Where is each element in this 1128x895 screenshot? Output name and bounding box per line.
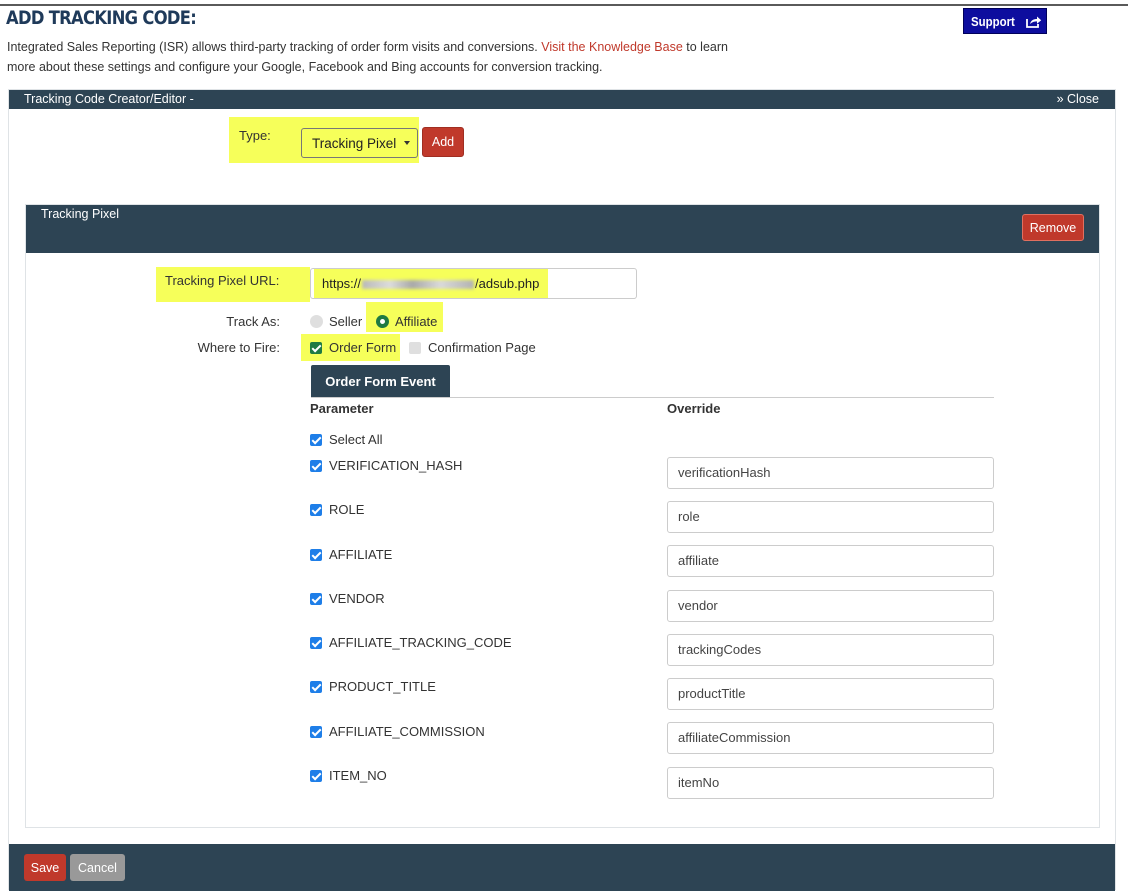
knowledge-base-link[interactable]: Visit the Knowledge Base [541, 40, 683, 54]
editor-header: Tracking Code Creator/Editor - » Close [9, 90, 1115, 109]
url-prefix: https:// [322, 276, 362, 291]
save-button[interactable]: Save [24, 854, 66, 881]
param-name: AFFILIATE [329, 547, 393, 562]
cancel-button[interactable]: Cancel [70, 854, 125, 881]
param-checkbox[interactable] [310, 637, 322, 649]
param-checkbox[interactable] [310, 770, 322, 782]
tab-divider [311, 397, 994, 398]
seller-label: Seller [329, 314, 363, 329]
override-input[interactable]: itemNo [667, 767, 994, 799]
param-name: ITEM_NO [329, 768, 387, 783]
param-name: AFFILIATE_COMMISSION [329, 724, 485, 739]
type-selected-value: Tracking Pixel [312, 135, 397, 151]
override-input[interactable]: trackingCodes [667, 634, 994, 666]
tracking-code-editor: Tracking Code Creator/Editor - » Close T… [8, 89, 1116, 891]
param-name: PRODUCT_TITLE [329, 679, 436, 694]
override-input[interactable]: productTitle [667, 678, 994, 710]
support-label: Support [971, 13, 1015, 29]
confirmation-page-label: Confirmation Page [428, 340, 536, 355]
tab-order-form-event[interactable]: Order Form Event [311, 365, 450, 397]
affiliate-radio[interactable] [376, 315, 389, 328]
override-input[interactable]: vendor [667, 590, 994, 622]
param-checkbox[interactable] [310, 549, 322, 561]
where-to-fire-label: Where to Fire: [197, 340, 280, 355]
seller-radio[interactable] [310, 315, 323, 328]
close-link[interactable]: » Close [1057, 90, 1099, 109]
override-input[interactable]: affiliateCommission [667, 722, 994, 754]
url-suffix: /adsub.php [475, 276, 540, 291]
url-label: Tracking Pixel URL: [165, 273, 280, 288]
override-column-header: Override [667, 401, 721, 416]
tracking-pixel-panel: Tracking Pixel Remove Tracking Pixel URL… [25, 204, 1100, 828]
confirmation-page-checkbox[interactable] [409, 342, 421, 354]
param-checkbox[interactable] [310, 681, 322, 693]
type-dropdown[interactable]: Tracking Pixel [301, 128, 418, 158]
param-name: VERIFICATION_HASH [329, 458, 463, 473]
url-value: https:// /adsub.php [322, 276, 539, 291]
override-input[interactable]: role [667, 501, 994, 533]
param-name: AFFILIATE_TRACKING_CODE [329, 635, 512, 650]
param-name: VENDOR [329, 591, 385, 606]
track-as-label: Track As: [226, 314, 280, 329]
remove-button[interactable]: Remove [1022, 214, 1084, 241]
tracking-pixel-url-input[interactable]: https:// /adsub.php [310, 268, 637, 299]
select-all-checkbox[interactable] [310, 434, 322, 446]
parameter-column-header: Parameter [310, 401, 374, 416]
order-form-checkbox[interactable] [310, 342, 322, 354]
affiliate-label: Affiliate [395, 314, 438, 329]
caret-down-icon [404, 141, 411, 145]
tracking-pixel-title: Tracking Pixel [41, 207, 120, 221]
override-input[interactable]: verificationHash [667, 457, 994, 489]
param-checkbox[interactable] [310, 593, 322, 605]
param-checkbox[interactable] [310, 726, 322, 738]
param-checkbox[interactable] [310, 504, 322, 516]
redacted-blur [362, 280, 475, 290]
page-title: ADD TRACKING CODE: [6, 7, 197, 29]
tracking-pixel-header: Tracking Pixel Remove [26, 205, 1099, 253]
intro-text: Integrated Sales Reporting (ISR) allows … [7, 37, 747, 77]
select-all-label: Select All [329, 432, 383, 447]
param-checkbox[interactable] [310, 460, 322, 472]
share-icon [1026, 16, 1042, 28]
editor-footer: Save Cancel [9, 844, 1115, 891]
support-button[interactable]: Support [963, 8, 1047, 34]
type-label: Type: [239, 128, 271, 143]
intro-text-part: Integrated Sales Reporting (ISR) allows … [7, 40, 542, 54]
param-name: ROLE [329, 502, 365, 517]
order-form-label: Order Form [329, 340, 397, 355]
add-button[interactable]: Add [422, 127, 464, 157]
editor-title: Tracking Code Creator/Editor - [24, 92, 194, 106]
override-input[interactable]: affiliate [667, 545, 994, 577]
